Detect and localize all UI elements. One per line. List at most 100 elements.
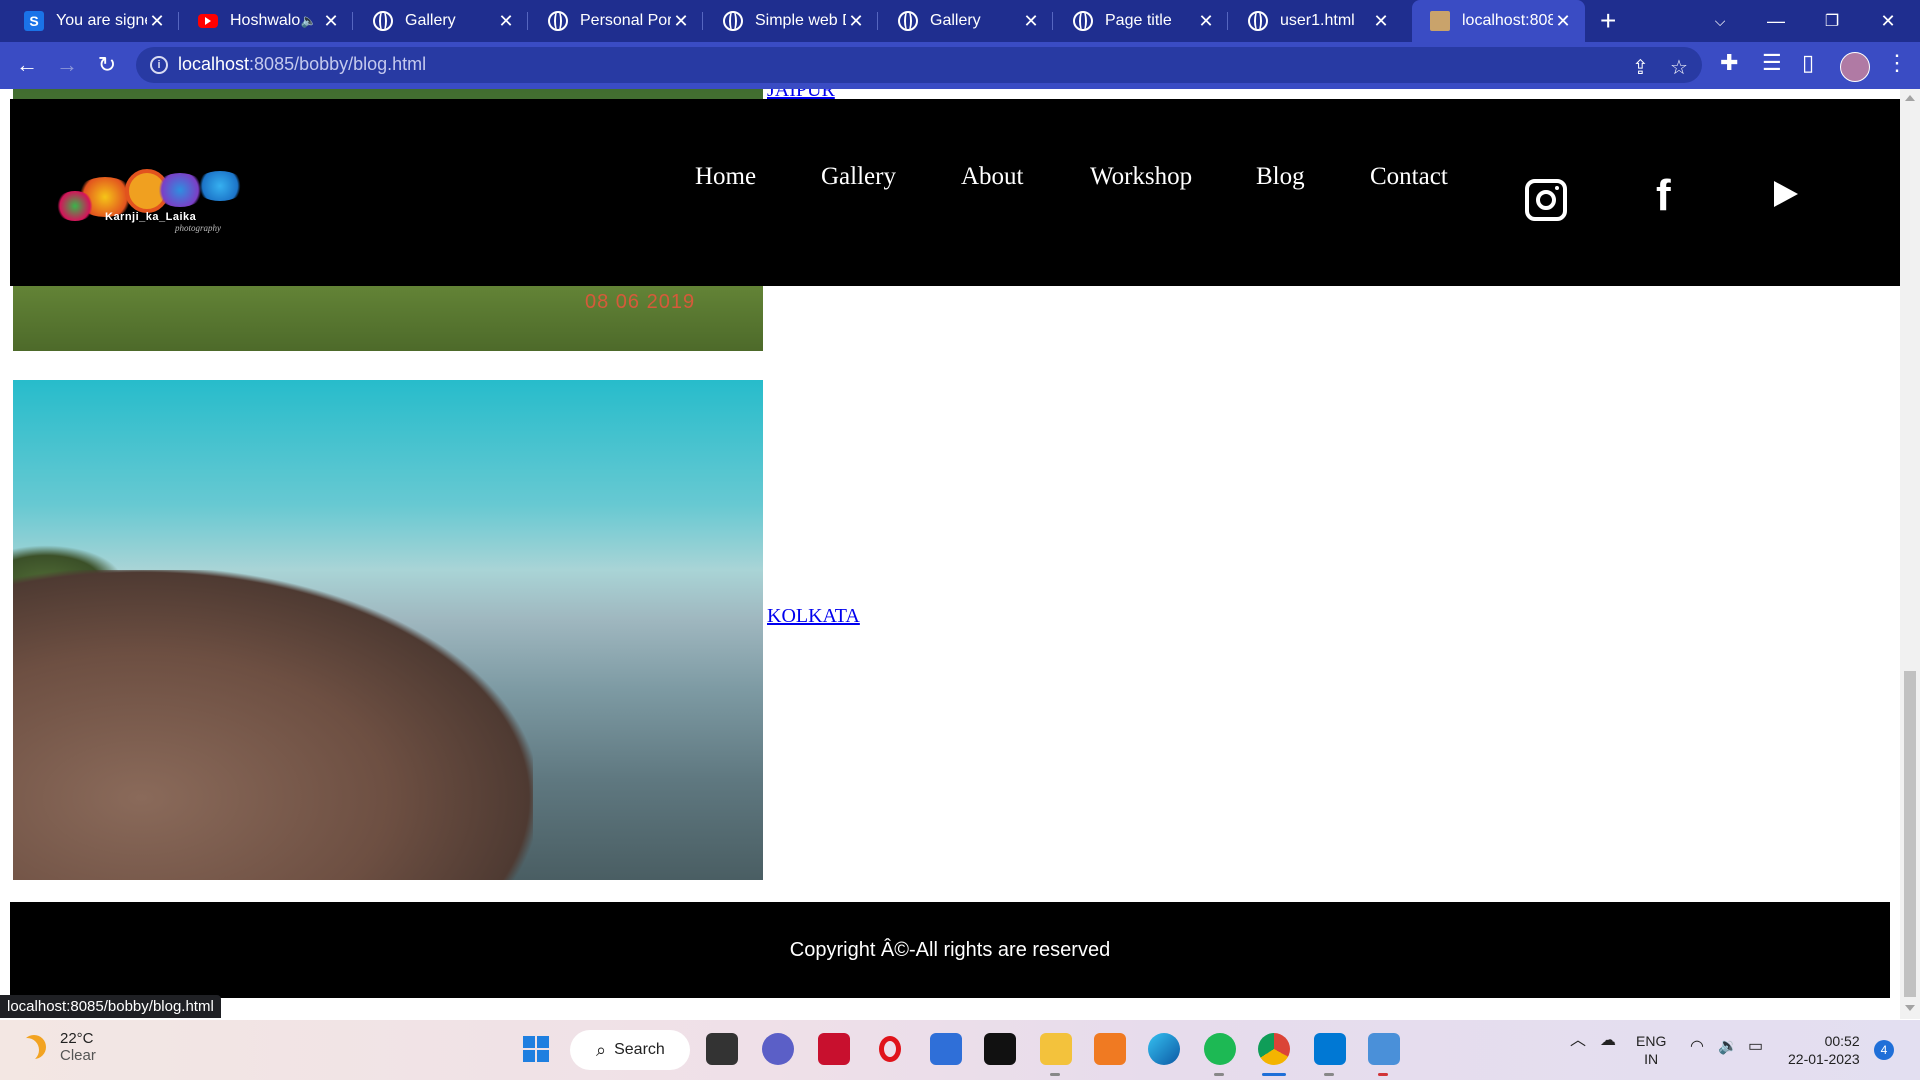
lang-region: IN bbox=[1644, 1051, 1659, 1067]
close-icon[interactable]: ✕ bbox=[496, 11, 516, 32]
scrollbar-thumb[interactable] bbox=[1904, 671, 1916, 997]
close-icon[interactable]: ✕ bbox=[1196, 11, 1216, 32]
browser-tab[interactable]: Simple web De ✕ bbox=[705, 6, 878, 36]
close-icon[interactable]: ✕ bbox=[1553, 11, 1573, 32]
browser-tab-active[interactable]: localhost:8085 ✕ bbox=[1412, 0, 1585, 42]
browser-tab[interactable]: S You are signed ✕ bbox=[6, 6, 179, 36]
forward-button[interactable]: → bbox=[50, 48, 84, 82]
browser-tab[interactable]: Personal Portfo ✕ bbox=[530, 6, 703, 36]
photo-date-stamp: 08 06 2019 bbox=[585, 291, 696, 313]
nav-blog[interactable]: Blog bbox=[1256, 163, 1305, 191]
menu-kebab-icon[interactable]: ⋮ bbox=[1886, 50, 1908, 76]
chrome-icon[interactable] bbox=[1258, 1033, 1290, 1065]
back-button[interactable]: ← bbox=[10, 48, 44, 82]
windows-taskbar: 22°C Clear ⌕ Search ︿ ☁ ENG IN ◠ 🔉 ▭ 00:… bbox=[0, 1020, 1920, 1080]
wifi-icon[interactable]: ◠ bbox=[1690, 1038, 1704, 1056]
nav-about[interactable]: About bbox=[961, 163, 1024, 191]
site-logo[interactable]: Karnji_ka_Laika photography bbox=[55, 147, 270, 239]
media-control-icon[interactable]: ☰ bbox=[1762, 50, 1782, 76]
lang-code: ENG bbox=[1636, 1033, 1667, 1049]
tab-title: Simple web De bbox=[755, 12, 846, 29]
language-indicator[interactable]: ENG IN bbox=[1636, 1032, 1666, 1068]
close-icon[interactable]: ✕ bbox=[671, 11, 691, 32]
browser-tab[interactable]: Hoshwalo 🔈 ✕ bbox=[180, 6, 353, 36]
close-window-button[interactable]: ✕ bbox=[1860, 0, 1916, 42]
address-url[interactable]: localhost:8085/bobby/blog.html bbox=[178, 54, 426, 75]
youtube-play-icon[interactable] bbox=[1774, 181, 1798, 207]
weather-widget[interactable]: 22°C Clear bbox=[22, 1030, 96, 1064]
minimize-button[interactable]: — bbox=[1748, 0, 1804, 42]
clock[interactable]: 00:52 22-01-2023 bbox=[1788, 1032, 1860, 1068]
spotify-icon[interactable] bbox=[1204, 1033, 1236, 1065]
scroll-up-arrow[interactable] bbox=[1905, 95, 1915, 101]
vscode-icon[interactable] bbox=[1314, 1033, 1346, 1065]
profile-avatar[interactable] bbox=[1840, 52, 1870, 82]
volume-icon[interactable]: 🔉 bbox=[1718, 1038, 1738, 1056]
globe-icon bbox=[373, 11, 393, 31]
battery-icon[interactable]: ▭ bbox=[1748, 1038, 1763, 1056]
tab-title: Hoshwalo bbox=[230, 12, 301, 29]
blog-photo-kolkata bbox=[13, 380, 763, 880]
file-explorer-icon[interactable] bbox=[1040, 1033, 1072, 1065]
chat-icon[interactable] bbox=[762, 1033, 794, 1065]
browser-tab[interactable]: Gallery ✕ bbox=[355, 6, 528, 36]
search-icon: ⌕ bbox=[596, 1039, 607, 1060]
scroll-down-arrow[interactable] bbox=[1905, 1005, 1915, 1011]
close-icon[interactable]: ✕ bbox=[147, 11, 167, 32]
facebook-icon[interactable]: f bbox=[1656, 171, 1671, 221]
terminal-icon[interactable] bbox=[984, 1033, 1016, 1065]
side-panel-icon[interactable]: ▯ bbox=[1802, 50, 1814, 76]
globe-icon bbox=[723, 11, 743, 31]
start-windows-icon[interactable] bbox=[520, 1033, 552, 1065]
edge-icon[interactable] bbox=[1148, 1033, 1180, 1065]
notification-badge[interactable]: 4 bbox=[1874, 1040, 1894, 1060]
running-indicator bbox=[1214, 1073, 1224, 1076]
browser-tab[interactable]: Gallery ✕ bbox=[880, 6, 1053, 36]
nav-gallery[interactable]: Gallery bbox=[821, 163, 896, 191]
share-icon[interactable]: ⇪ bbox=[1632, 55, 1649, 80]
speaker-icon[interactable]: 🔈 bbox=[301, 13, 317, 29]
extensions-icon[interactable]: ✚ bbox=[1720, 50, 1738, 76]
globe-icon bbox=[548, 11, 568, 31]
new-tab-button[interactable]: + bbox=[1600, 7, 1616, 35]
task-view-icon[interactable] bbox=[706, 1033, 738, 1065]
post-link-kolkata[interactable]: KOLKATA bbox=[767, 605, 860, 628]
logo-splash bbox=[55, 191, 95, 221]
browser-tab[interactable]: Page title ✕ bbox=[1055, 6, 1228, 36]
bookmark-star-icon[interactable]: ☆ bbox=[1670, 55, 1688, 80]
clock-date: 22-01-2023 bbox=[1788, 1051, 1860, 1067]
nav-contact[interactable]: Contact bbox=[1370, 163, 1448, 191]
globe-icon bbox=[1073, 11, 1093, 31]
tab-title: localhost:8085 bbox=[1462, 12, 1553, 29]
clock-time: 00:52 bbox=[1824, 1033, 1860, 1049]
s-icon: S bbox=[24, 11, 44, 31]
running-indicator bbox=[1378, 1073, 1388, 1076]
show-hidden-icons-chevron[interactable]: ︿ bbox=[1570, 1032, 1586, 1050]
site-info-icon[interactable]: i bbox=[150, 56, 168, 74]
youtube-icon bbox=[198, 14, 218, 28]
nav-home[interactable]: Home bbox=[695, 163, 756, 191]
instagram-icon[interactable] bbox=[1525, 179, 1567, 221]
globe-icon bbox=[1248, 11, 1268, 31]
store-icon[interactable] bbox=[930, 1033, 962, 1065]
onedrive-icon[interactable]: ☁ bbox=[1600, 1032, 1616, 1050]
close-icon[interactable]: ✕ bbox=[846, 11, 866, 32]
site-footer: Copyright Â©-All rights are reserved bbox=[10, 902, 1890, 998]
running-indicator bbox=[1324, 1073, 1334, 1076]
reload-button[interactable]: ↻ bbox=[90, 48, 124, 82]
close-icon[interactable]: ✕ bbox=[321, 11, 341, 32]
address-bar[interactable]: i localhost:8085/bobby/blog.html ⇪ ☆ bbox=[136, 47, 1702, 83]
restore-button[interactable]: ❐ bbox=[1804, 0, 1860, 42]
close-icon[interactable]: ✕ bbox=[1021, 11, 1041, 32]
page-scrollbar[interactable] bbox=[1900, 89, 1920, 1019]
taskbar-search[interactable]: ⌕ Search bbox=[570, 1030, 690, 1070]
tab-title: Gallery bbox=[405, 12, 456, 29]
browser-tab[interactable]: user1.html ✕ bbox=[1230, 6, 1403, 36]
virtualbox-icon[interactable] bbox=[1368, 1033, 1400, 1065]
nav-workshop[interactable]: Workshop bbox=[1090, 163, 1192, 191]
tab-search-icon[interactable]: ⌵ bbox=[1692, 0, 1748, 42]
close-icon[interactable]: ✕ bbox=[1371, 11, 1391, 32]
opera-icon[interactable] bbox=[874, 1033, 906, 1065]
mcafee-icon[interactable] bbox=[818, 1033, 850, 1065]
xampp-icon[interactable] bbox=[1094, 1033, 1126, 1065]
